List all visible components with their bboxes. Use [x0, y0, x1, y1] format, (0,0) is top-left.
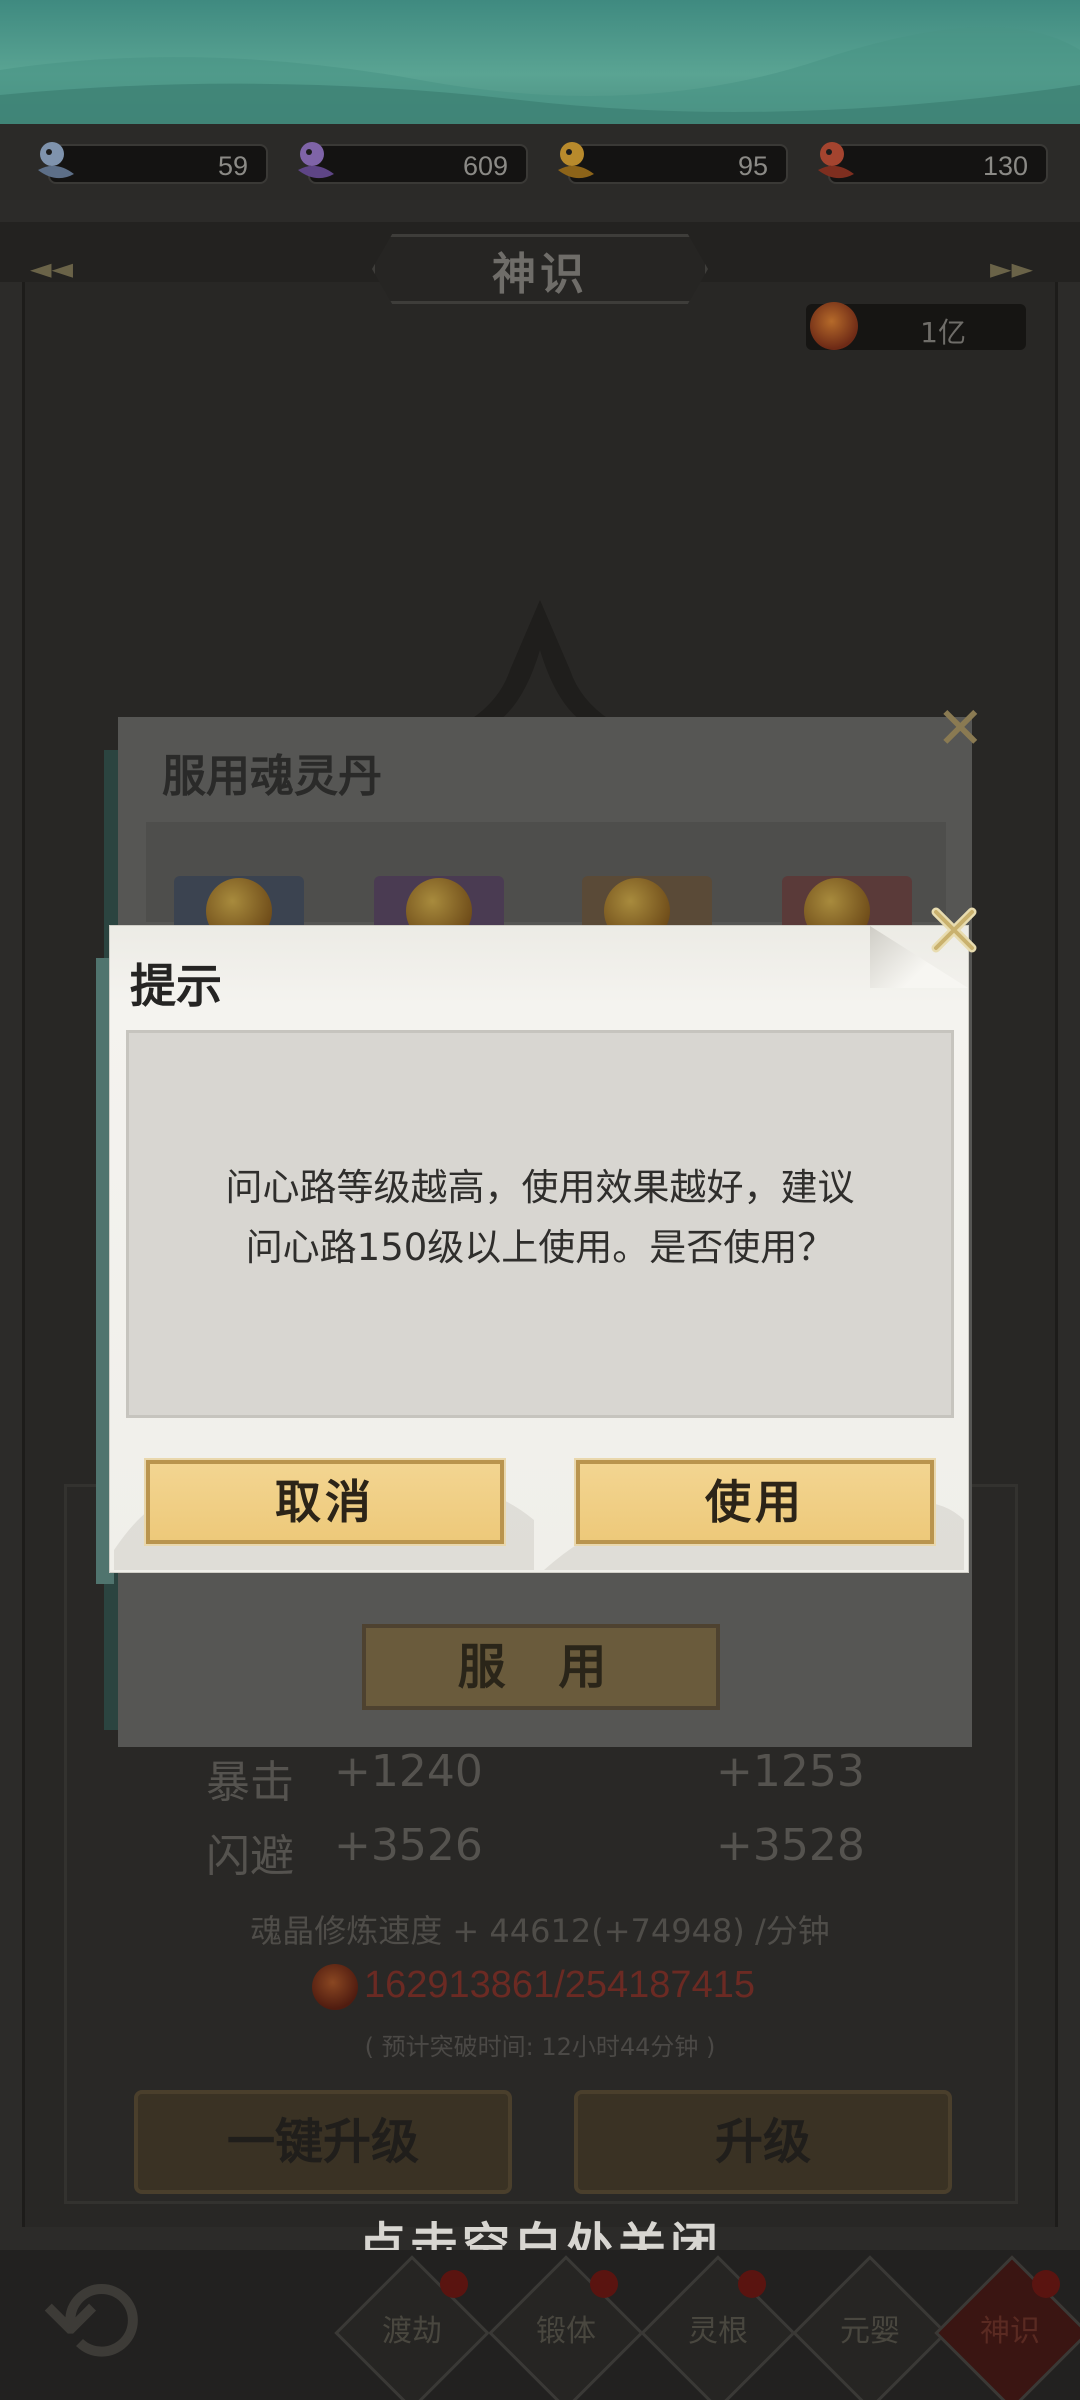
resource-item: 95 — [548, 140, 788, 184]
resource-value: 609 — [462, 151, 508, 181]
tip-message: 问心路等级越高，使用效果越好，建议 问心路150级以上使用。是否使用？ — [126, 1158, 954, 1278]
tab-label: 灵根 — [688, 2314, 748, 2349]
tab-label: 神识 — [980, 2314, 1040, 2349]
notification-dot — [440, 2270, 468, 2298]
breakthrough-eta: ( 预计突破时间: 12小时44分钟 ) — [364, 2033, 716, 2061]
currency-value: 1亿 — [920, 316, 966, 349]
stat-current: +3526 — [334, 1820, 483, 1871]
tip-dialog-title: 提示 — [130, 959, 222, 1013]
resource-bar: 59 609 95 130 — [0, 124, 1080, 200]
tab-label: 渡劫 — [382, 2314, 442, 2349]
notification-dot — [1032, 2270, 1060, 2298]
cancel-button[interactable]: 取消 — [144, 1458, 506, 1546]
resource-item: 609 — [288, 140, 528, 184]
resource-item: 130 — [808, 140, 1048, 184]
gold-soul-icon — [558, 142, 594, 179]
notification-dot — [590, 2270, 618, 2298]
blue-soul-icon — [38, 142, 74, 179]
purple-soul-icon — [298, 142, 334, 179]
tip-message-line: 问心路150级以上使用。是否使用？ — [245, 1226, 835, 1269]
stat-next: +1253 — [716, 1746, 865, 1797]
upgrade-button[interactable]: 升级 — [574, 2090, 952, 2194]
stat-label: 暴击 — [206, 1757, 294, 1808]
back-arrow-icon[interactable]: ⟲ — [40, 2263, 240, 2388]
tab-label: 元婴 — [840, 2314, 900, 2349]
stat-next: +3528 — [716, 1820, 865, 1871]
cultivation-progress: 162913861/254187415 — [364, 1964, 755, 2006]
tab-label: 锻体 — [536, 2314, 596, 2349]
one-click-upgrade-button[interactable]: 一键升级 — [134, 2090, 512, 2194]
right-arrow-icon[interactable]: ►► — [990, 252, 1033, 285]
currency-counter: 1亿 — [806, 302, 1026, 350]
use-button[interactable]: 使用 — [574, 1458, 936, 1546]
serve-button[interactable]: 服 用 — [362, 1624, 720, 1710]
cultivation-speed: 魂晶修炼速度 + 44612(+74948) /分钟 — [250, 1912, 830, 1950]
page-title: 神识 — [492, 249, 588, 300]
pill-dialog-title: 服用魂灵丹 — [162, 751, 382, 802]
left-arrow-icon[interactable]: ◄◄ — [30, 252, 73, 285]
close-icon[interactable]: ✕ — [936, 694, 985, 762]
resource-value: 59 — [217, 151, 248, 181]
soul-crystal-icon — [312, 1964, 358, 2010]
top-banner — [0, 0, 1080, 124]
notification-dot — [738, 2270, 766, 2298]
stat-current: +1240 — [334, 1746, 483, 1797]
tip-message-line: 问心路等级越高，使用效果越好，建议 — [225, 1166, 855, 1209]
stat-label: 闪避 — [206, 1831, 294, 1882]
resource-item: 59 — [28, 140, 268, 184]
resource-value: 130 — [982, 151, 1028, 181]
emblem-icon — [470, 600, 610, 720]
close-icon[interactable] — [924, 900, 984, 960]
soul-crystal-icon — [810, 302, 858, 350]
resource-value: 95 — [737, 151, 768, 181]
red-soul-icon — [818, 142, 854, 179]
